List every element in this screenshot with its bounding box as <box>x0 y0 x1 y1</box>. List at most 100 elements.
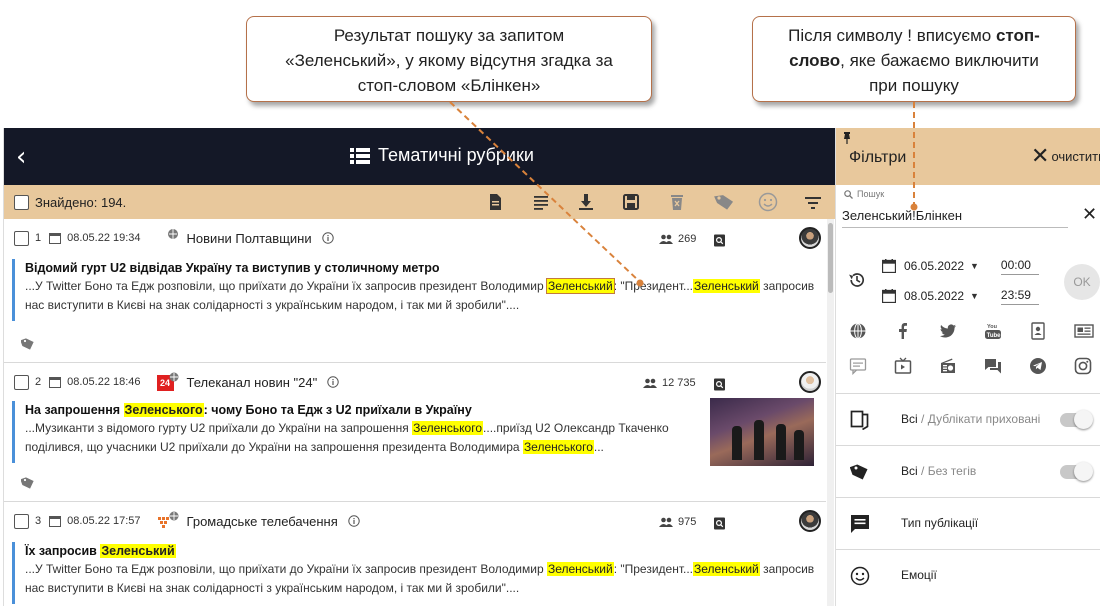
highlight-match: Зеленський <box>546 562 614 576</box>
search-doc-icon[interactable] <box>713 517 726 530</box>
duplicate-icon <box>850 410 869 430</box>
avatar[interactable] <box>799 510 821 532</box>
item-title[interactable]: Їх запросив Зеленський <box>25 542 822 560</box>
item-tag-icon[interactable] <box>21 337 35 351</box>
instagram-icon[interactable] <box>1074 357 1092 375</box>
avatar[interactable] <box>799 227 821 249</box>
web-icon[interactable] <box>849 322 867 340</box>
hromadske-logo-icon <box>157 511 179 528</box>
callout-right-text-a: Після символу ! вписуємо <box>788 26 996 45</box>
time-to-value[interactable]: 23:59 <box>1000 288 1039 305</box>
filters-panel: Фільтри ✕ очистити Пошук ✕ 06.05.2022 ▼ … <box>835 128 1100 606</box>
forum-icon[interactable] <box>984 357 1002 375</box>
save-icon[interactable] <box>622 193 640 211</box>
tv-icon[interactable] <box>894 357 912 375</box>
annotation-callout-left: Результат пошуку за запитом «Зеленський»… <box>246 16 652 102</box>
filter-row-duplicates[interactable]: Всі / Дублікати приховані <box>836 393 1100 445</box>
filter-row-publication-type[interactable]: Тип публікації <box>836 497 1100 549</box>
item-checkbox[interactable] <box>14 374 29 390</box>
select-all-checkbox[interactable] <box>14 195 29 210</box>
item-meta: 2 08.05.22 18:46 24 Телеканал новин "24" <box>14 371 339 393</box>
item-index: 1 <box>35 232 42 244</box>
main-panel: ‹ Тематичні рубрики Знайдено: 194. 1 08.… <box>3 128 835 606</box>
item-tag-icon[interactable] <box>21 476 35 490</box>
source-name[interactable]: Телеканал новин "24" <box>187 375 318 390</box>
page-title: Тематичні рубрики <box>378 145 534 165</box>
lines-icon[interactable] <box>532 193 550 211</box>
item-title[interactable]: На запрошення Зеленського: чому Боно та … <box>25 401 698 419</box>
result-item[interactable]: 1 08.05.22 19:34 Новини Полтавщини 269 В… <box>4 219 826 363</box>
chevron-left-icon[interactable]: ‹ <box>16 142 26 172</box>
ok-button[interactable]: OK <box>1064 264 1100 300</box>
publication-type-icon <box>851 515 869 533</box>
callout-left-line2: «Зеленський», у якому відсутня згадка за <box>285 51 613 70</box>
audience-count: 269 <box>659 233 696 245</box>
filter-row-label: Всі / Без тегів <box>901 464 977 478</box>
info-icon[interactable] <box>327 376 339 388</box>
search-doc-icon[interactable] <box>713 234 726 247</box>
comment-icon[interactable] <box>849 357 867 375</box>
telegram-icon[interactable] <box>1029 357 1047 375</box>
twitter-icon[interactable] <box>939 322 957 340</box>
item-title[interactable]: Відомий гурт U2 відвідав Україну та вист… <box>25 259 822 277</box>
highlight-match: Зеленський <box>693 279 760 293</box>
facebook-icon[interactable] <box>894 322 912 340</box>
pin-icon[interactable] <box>842 132 852 144</box>
item-snippet: Їх запросив Зеленський ...У Twitter Боно… <box>12 542 822 604</box>
item-date: 08.05.22 19:34 <box>67 232 141 244</box>
sort-icon[interactable] <box>804 193 822 211</box>
search-doc-icon[interactable] <box>713 378 726 391</box>
radio-icon[interactable] <box>939 357 957 375</box>
filters-header: Фільтри ✕ очистити <box>836 128 1100 185</box>
info-icon[interactable] <box>321 232 334 244</box>
source-logo <box>157 228 179 248</box>
history-icon[interactable] <box>848 271 866 289</box>
svg-text:Tube: Tube <box>987 333 1002 339</box>
delete-icon[interactable] <box>668 193 686 211</box>
info-icon[interactable] <box>348 515 360 527</box>
document-icon[interactable] <box>486 193 504 211</box>
item-thumbnail[interactable] <box>710 398 814 466</box>
title-group: Тематичні рубрики <box>350 145 534 166</box>
result-item[interactable]: 2 08.05.22 18:46 24 Телеканал новин "24"… <box>4 363 826 502</box>
screenshot-root: Результат пошуку за запитом «Зеленський»… <box>0 0 1100 606</box>
date-to-value[interactable]: 08.05.2022 <box>904 289 970 303</box>
emotion-icon[interactable] <box>758 192 778 212</box>
youtube-icon[interactable]: You Tube <box>984 322 1002 340</box>
svg-text:You: You <box>987 324 997 330</box>
source-logo <box>157 511 179 531</box>
tag-icon[interactable] <box>713 193 735 211</box>
item-checkbox[interactable] <box>14 513 29 529</box>
scrollbar-thumb[interactable] <box>828 223 833 293</box>
highlight-match: Зеленський <box>545 278 615 294</box>
date-from-row: 06.05.2022 ▼ 00:00 <box>882 255 1039 277</box>
search-clear-icon[interactable]: ✕ <box>1082 204 1097 225</box>
search-input[interactable] <box>842 204 1068 228</box>
download-icon[interactable] <box>577 193 595 211</box>
person-card-icon[interactable] <box>1029 322 1047 340</box>
source-name[interactable]: Громадське телебачення <box>187 514 338 529</box>
date-from-value[interactable]: 06.05.2022 <box>904 259 970 273</box>
date-to-caret-icon[interactable]: ▼ <box>970 291 979 301</box>
duplicates-toggle[interactable] <box>1060 410 1093 429</box>
item-checkbox[interactable] <box>14 230 29 246</box>
filters-title: Фільтри <box>849 149 907 166</box>
highlight-match: Зеленського <box>123 403 204 417</box>
filter-row-emotions[interactable]: Емоції <box>836 549 1100 601</box>
highlight-match: Зеленський <box>100 544 176 558</box>
found-count-label: Знайдено: 194. <box>35 195 127 210</box>
tags-toggle[interactable] <box>1060 462 1093 481</box>
clear-filters-button[interactable]: ✕ очистити <box>1031 144 1100 169</box>
item-body: ...У Twitter Боно та Едж розповіли, що п… <box>25 278 815 312</box>
calendar-icon <box>49 377 62 388</box>
result-item[interactable]: 3 08.05.22 17:57 Громадське телебачення … <box>4 502 826 606</box>
time-from-value[interactable]: 00:00 <box>1000 258 1039 275</box>
source-name[interactable]: Новини Полтавщини <box>187 231 312 246</box>
callout-right-bold-b: слово <box>789 51 841 70</box>
avatar[interactable] <box>799 371 821 393</box>
callout-left-line3: стоп-словом «Блінкен» <box>357 76 541 95</box>
tag-icon <box>850 464 868 480</box>
date-from-caret-icon[interactable]: ▼ <box>970 261 979 271</box>
newspaper-icon[interactable] <box>1074 322 1094 340</box>
filter-row-tags[interactable]: Всі / Без тегів <box>836 445 1100 497</box>
